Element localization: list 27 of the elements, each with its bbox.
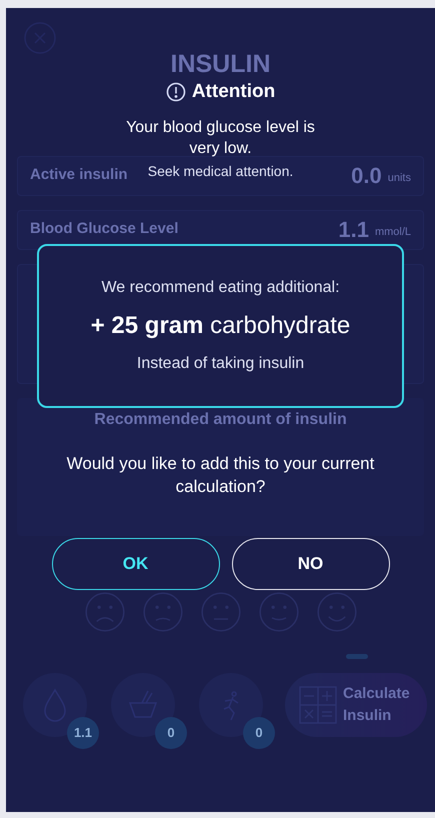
dialog-message: Your blood glucose level is very low. [125, 118, 316, 158]
card-label: Active insulin [30, 165, 128, 186]
page-indicator [346, 654, 368, 658]
face-icon[interactable] [316, 592, 356, 632]
page-title: INSULIN [170, 49, 270, 80]
card-label: Blood Glucose Level [30, 219, 178, 240]
face-icon[interactable] [258, 592, 298, 632]
card-unit: mmol/L [374, 225, 411, 240]
dialog-question: Would you like to add this to your current calculation? [66, 452, 376, 498]
card-value: 0.0 [351, 162, 382, 190]
dialog-title: Attention [192, 80, 276, 104]
ok-button[interactable]: OK [52, 538, 220, 590]
recommendation-intro: We recommend eating additional: [101, 278, 340, 298]
count-badge: 1.1 [67, 716, 99, 748]
recommendation-note: Instead of taking insulin [136, 354, 304, 374]
card-value: 1.1 [338, 216, 369, 244]
alert-icon [166, 82, 186, 102]
face-icon[interactable] [84, 592, 124, 632]
card-title: Recommended amount of insulin [94, 410, 347, 430]
face-icon[interactable] [142, 592, 182, 632]
no-button[interactable]: NO [232, 538, 390, 590]
dialog-note: Seek medical attention. [148, 162, 294, 180]
recommendation-amount: + 25 gram carbohydrate [90, 310, 350, 340]
count-badge: 0 [243, 716, 275, 748]
card-unit: units [388, 171, 411, 186]
count-badge: 0 [155, 716, 187, 748]
face-icon[interactable] [200, 592, 240, 632]
